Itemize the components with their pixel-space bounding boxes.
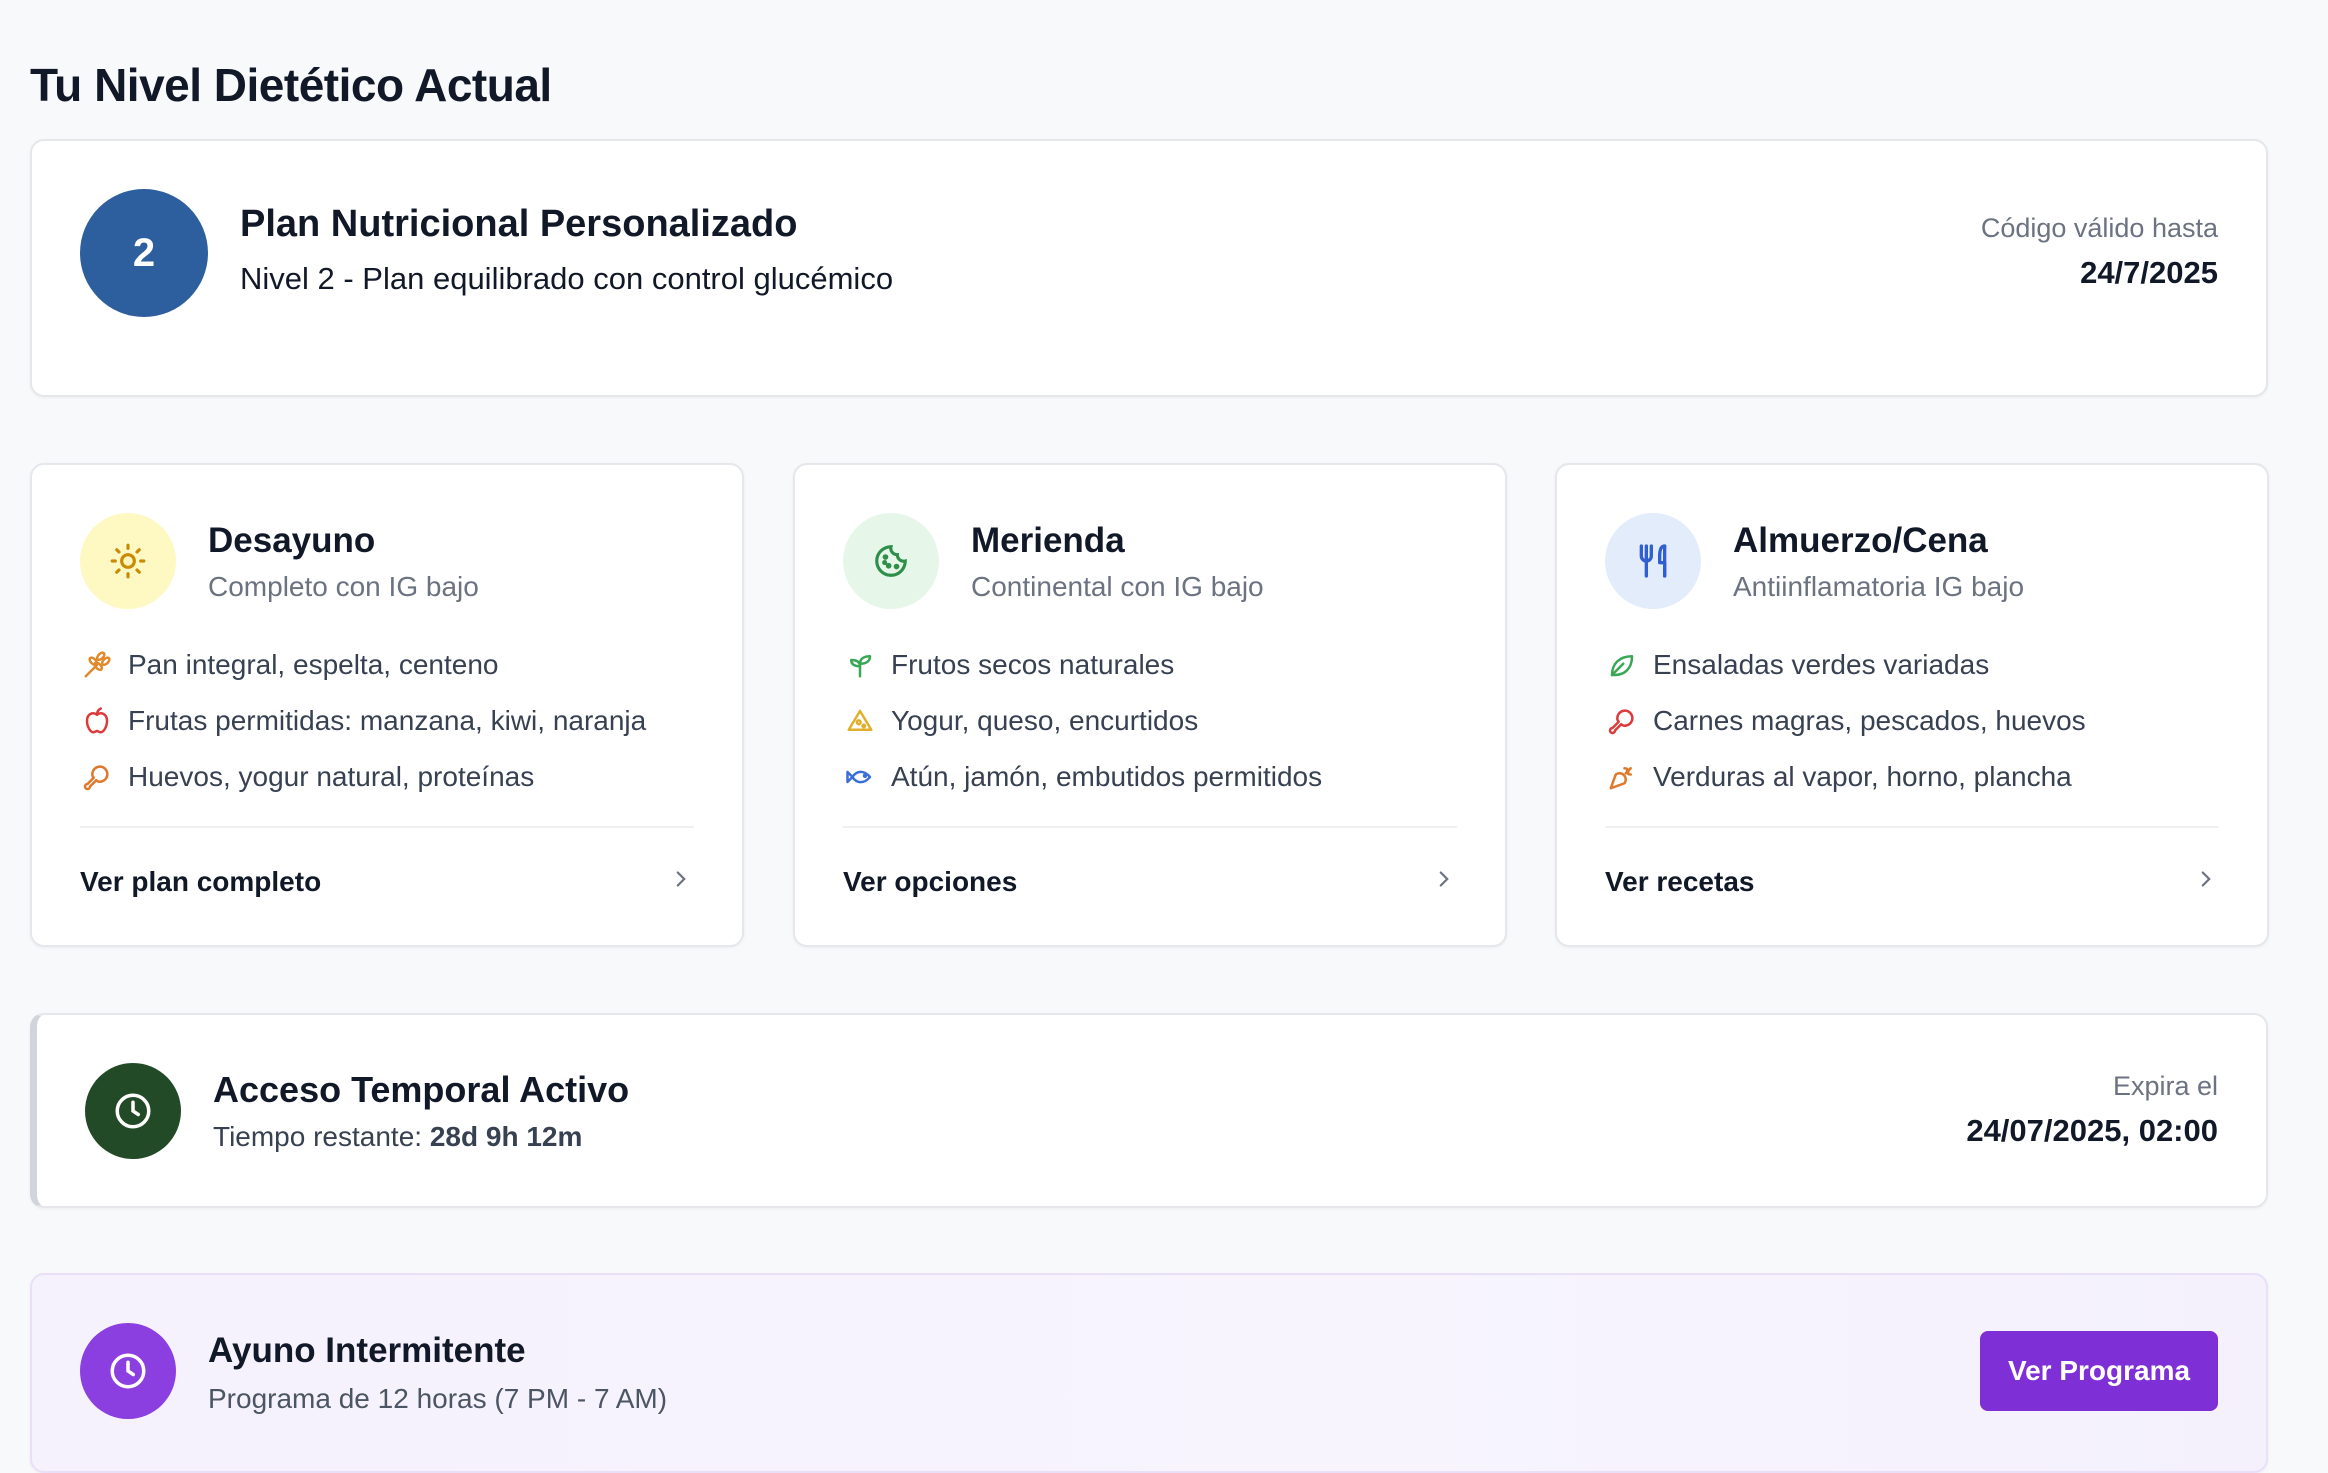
utensils-icon: [1605, 513, 1701, 609]
meal-card-desayuno: Desayuno Completo con IG bajo Pan integr…: [30, 463, 744, 947]
cheese-icon: [843, 704, 877, 738]
carrot-icon: [1605, 760, 1639, 794]
item-text: Frutas permitidas: manzana, kiwi, naranj…: [128, 705, 647, 736]
list-item: Ensaladas verdes variadas: [1605, 637, 2219, 693]
item-text: Pan integral, espelta, centeno: [128, 649, 499, 680]
list-item: Carnes magras, pescados, huevos: [1605, 693, 2219, 749]
list-item: Yogur, queso, encurtidos: [843, 693, 1457, 749]
meal-card-merienda: Merienda Continental con IG bajo Frutos …: [793, 463, 1507, 947]
drumstick-icon: [1605, 704, 1639, 738]
chevron-right-icon: [2193, 866, 2219, 899]
divider: [80, 826, 694, 828]
access-title: Acceso Temporal Activo: [213, 1069, 630, 1110]
meal-title: Merienda: [971, 521, 1125, 560]
meal-card-almuerzo-cena: Almuerzo/Cena Antiinflamatoria IG bajo E…: [1555, 463, 2269, 947]
list-item: Huevos, yogur natural, proteínas: [80, 749, 694, 805]
fish-icon: [843, 760, 877, 794]
chevron-right-icon: [668, 866, 694, 899]
drumstick-icon: [80, 760, 114, 794]
sprout-icon: [843, 648, 877, 682]
valid-until-label: Código válido hasta: [1980, 213, 2218, 243]
item-text: Ensaladas verdes variadas: [1653, 649, 1990, 680]
list-item: Pan integral, espelta, centeno: [80, 637, 694, 693]
plan-title: Plan Nutricional Personalizado: [240, 203, 798, 245]
list-item: Verduras al vapor, horno, plancha: [1605, 749, 2219, 805]
link-label: Ver plan completo: [80, 866, 322, 897]
ver-programa-button[interactable]: Ver Programa: [1980, 1331, 2218, 1411]
fasting-subtitle: Programa de 12 horas (7 PM - 7 AM): [208, 1383, 668, 1414]
page-title: Tu Nivel Dietético Actual: [30, 59, 552, 111]
item-text: Verduras al vapor, horno, plancha: [1653, 761, 2072, 792]
ver-plan-completo-link[interactable]: Ver plan completo: [80, 857, 694, 907]
item-text: Huevos, yogur natural, proteínas: [128, 761, 535, 792]
item-text: Yogur, queso, encurtidos: [891, 705, 1199, 736]
time-remaining-label: Tiempo restante:: [213, 1121, 430, 1152]
plan-card: 2 Plan Nutricional Personalizado Nivel 2…: [30, 139, 2268, 397]
expires-date: 24/07/2025, 02:00: [1966, 1113, 2218, 1148]
sun-icon: [80, 513, 176, 609]
item-text: Atún, jamón, embutidos permitidos: [891, 761, 1323, 792]
expires-label: Expira el: [2112, 1071, 2218, 1101]
fasting-card: Ayuno Intermitente Programa de 12 horas …: [30, 1273, 2268, 1473]
item-text: Carnes magras, pescados, huevos: [1653, 705, 2086, 736]
ver-opciones-link[interactable]: Ver opciones: [843, 857, 1457, 907]
divider: [843, 826, 1457, 828]
time-remaining-value: 28d 9h 12m: [429, 1121, 583, 1152]
meal-title: Almuerzo/Cena: [1733, 521, 1988, 560]
cookie-icon: [843, 513, 939, 609]
valid-until-date: 24/7/2025: [2080, 255, 2218, 290]
list-item: Frutos secos naturales: [843, 637, 1457, 693]
access-card: Acceso Temporal Activo Tiempo restante: …: [30, 1013, 2268, 1208]
wheat-icon: [80, 648, 114, 682]
link-label: Ver recetas: [1605, 866, 1755, 897]
leaf-icon: [1605, 648, 1639, 682]
fasting-title: Ayuno Intermitente: [208, 1331, 526, 1370]
ver-recetas-link[interactable]: Ver recetas: [1605, 857, 2219, 907]
plan-subtitle: Nivel 2 - Plan equilibrado con control g…: [240, 261, 894, 296]
time-remaining: Tiempo restante: 28d 9h 12m: [213, 1121, 582, 1153]
meal-subtitle: Completo con IG bajo: [208, 571, 479, 602]
item-text: Frutos secos naturales: [891, 649, 1175, 680]
meal-title: Desayuno: [208, 521, 376, 560]
level-badge: 2: [80, 189, 208, 317]
list-item: Frutas permitidas: manzana, kiwi, naranj…: [80, 693, 694, 749]
clock-icon: [80, 1323, 176, 1419]
apple-icon: [80, 704, 114, 738]
list-item: Atún, jamón, embutidos permitidos: [843, 749, 1457, 805]
link-label: Ver opciones: [843, 866, 1018, 897]
meal-subtitle: Antiinflamatoria IG bajo: [1733, 571, 2025, 602]
chevron-right-icon: [1431, 866, 1457, 899]
divider: [1605, 826, 2219, 828]
clock-icon: [85, 1063, 181, 1159]
meal-subtitle: Continental con IG bajo: [971, 571, 1264, 602]
